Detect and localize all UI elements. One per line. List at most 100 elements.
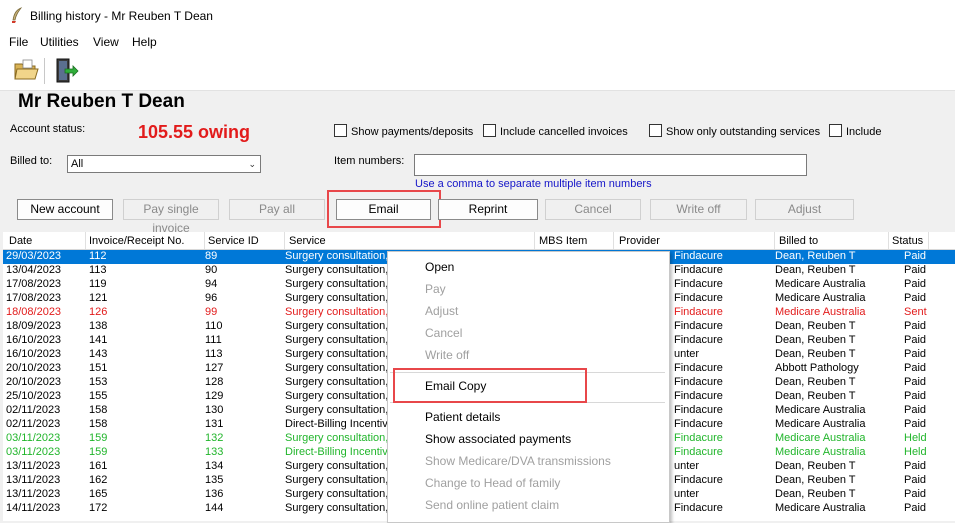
menu-bar: File Utilities View Help bbox=[0, 32, 955, 52]
column-header-service-id[interactable]: Service ID bbox=[208, 235, 259, 247]
column-divider[interactable] bbox=[204, 232, 205, 249]
cell-provider: Findacure bbox=[674, 502, 723, 514]
cancel-button[interactable]: Cancel bbox=[545, 199, 641, 220]
cell-provider: Findacure bbox=[674, 362, 723, 374]
cell-status: Paid bbox=[904, 390, 927, 402]
cell-date: 13/11/2023 bbox=[6, 460, 61, 472]
show-payments-checkbox[interactable]: Show payments/deposits bbox=[334, 124, 473, 138]
exit-door-icon[interactable] bbox=[53, 57, 79, 85]
email-copy-highlight bbox=[393, 368, 587, 403]
cell-provider: unter bbox=[674, 460, 700, 472]
cell-service: Surgery consultation, bbox=[285, 250, 389, 262]
checkbox-box[interactable] bbox=[334, 124, 347, 137]
column-header-invoice[interactable]: Invoice/Receipt No. bbox=[89, 235, 184, 247]
pay-all-button[interactable]: Pay all bbox=[229, 199, 325, 220]
cell-status: Paid bbox=[904, 362, 927, 374]
menu-help[interactable]: Help bbox=[132, 35, 157, 49]
checkbox-label: Include bbox=[846, 126, 882, 138]
cell-service: Surgery consultation, bbox=[285, 334, 389, 346]
open-folder-icon[interactable] bbox=[13, 58, 39, 82]
cell-billed-to: Medicare Australia bbox=[775, 278, 866, 290]
context-menu-item-cancel[interactable]: Cancel bbox=[425, 326, 462, 340]
cell-service-id: 134 bbox=[205, 460, 224, 472]
cell-service: Surgery consultation, bbox=[285, 474, 389, 486]
cell-service: Surgery consultation, bbox=[285, 460, 389, 472]
cell-billed-to: Medicare Australia bbox=[775, 292, 866, 304]
write-off-button[interactable]: Write off bbox=[650, 199, 747, 220]
include-cancelled-checkbox[interactable]: Include cancelled invoices bbox=[483, 124, 628, 138]
column-header-service[interactable]: Service bbox=[289, 235, 326, 247]
cell-status: Sent bbox=[904, 306, 927, 318]
cell-provider: Findacure bbox=[674, 320, 723, 332]
checkbox-box[interactable] bbox=[483, 124, 496, 137]
cell-status: Paid bbox=[904, 460, 927, 472]
adjust-button[interactable]: Adjust bbox=[755, 199, 854, 220]
cell-status: Paid bbox=[904, 292, 927, 304]
column-divider[interactable] bbox=[613, 232, 614, 249]
context-menu-item-pay[interactable]: Pay bbox=[425, 282, 446, 296]
cell-status: Paid bbox=[904, 474, 927, 486]
column-header-status[interactable]: Status bbox=[892, 235, 923, 247]
chevron-down-icon[interactable]: ⌄ bbox=[248, 159, 256, 170]
cell-status: Paid bbox=[904, 278, 927, 290]
cell-billed-to: Medicare Australia bbox=[775, 418, 866, 430]
cell-billed-to: Medicare Australia bbox=[775, 502, 866, 514]
cell-service-id: 90 bbox=[205, 264, 218, 276]
quill-icon bbox=[12, 7, 23, 23]
menu-file[interactable]: File bbox=[9, 35, 28, 49]
context-menu-item-open[interactable]: Open bbox=[425, 260, 454, 274]
checkbox-box[interactable] bbox=[829, 124, 842, 137]
menu-view[interactable]: View bbox=[93, 35, 119, 49]
cell-provider: Findacure bbox=[674, 446, 723, 458]
menu-utilities[interactable]: Utilities bbox=[40, 35, 79, 49]
context-menu-item-write-off[interactable]: Write off bbox=[425, 348, 469, 362]
column-divider[interactable] bbox=[534, 232, 535, 249]
cell-service: Direct-Billing Incentive bbox=[285, 446, 390, 458]
cell-status: Held bbox=[904, 432, 927, 444]
include-checkbox[interactable]: Include bbox=[829, 124, 881, 138]
title-bar: Billing history - Mr Reuben T Dean bbox=[0, 0, 955, 32]
column-divider[interactable] bbox=[85, 232, 86, 249]
cell-date: 17/08/2023 bbox=[6, 278, 62, 290]
cell-invoice: 126 bbox=[89, 306, 108, 318]
column-header-provider[interactable]: Provider bbox=[619, 235, 660, 247]
checkbox-box[interactable] bbox=[649, 124, 662, 137]
context-menu-item-show-associated-payments[interactable]: Show associated payments bbox=[425, 432, 571, 446]
cell-billed-to: Dean, Reuben T bbox=[775, 460, 856, 472]
cell-date: 18/08/2023 bbox=[6, 306, 62, 318]
cell-date: 16/10/2023 bbox=[6, 334, 62, 346]
cell-date: 13/04/2023 bbox=[6, 264, 62, 276]
cell-service-id: 132 bbox=[205, 432, 224, 444]
email-button-highlight bbox=[327, 190, 441, 228]
column-divider[interactable] bbox=[284, 232, 285, 249]
context-menu-item-change-to-head-of-family[interactable]: Change to Head of family bbox=[425, 476, 560, 490]
show-outstanding-checkbox[interactable]: Show only outstanding services bbox=[649, 124, 820, 138]
context-menu-item-send-online-patient-claim[interactable]: Send online patient claim bbox=[425, 498, 559, 512]
cell-service-id: 110 bbox=[205, 320, 223, 332]
new-account-button[interactable]: New account bbox=[17, 199, 113, 220]
cell-invoice: 158 bbox=[89, 404, 108, 416]
cell-invoice: 165 bbox=[89, 488, 108, 500]
column-divider[interactable] bbox=[928, 232, 929, 249]
billed-to-select[interactable]: All ⌄ bbox=[67, 155, 261, 173]
cell-invoice: 155 bbox=[89, 390, 108, 402]
toolbar-separator bbox=[44, 58, 45, 84]
context-menu-item-show-medicare-dva-transmissions[interactable]: Show Medicare/DVA transmissions bbox=[425, 454, 611, 468]
context-menu-item-adjust[interactable]: Adjust bbox=[425, 304, 458, 318]
column-header-date[interactable]: Date bbox=[9, 235, 32, 247]
cell-date: 29/03/2023 bbox=[6, 250, 62, 262]
reprint-button[interactable]: Reprint bbox=[438, 199, 538, 220]
column-divider[interactable] bbox=[888, 232, 889, 249]
cell-invoice: 138 bbox=[89, 320, 108, 332]
cell-date: 03/11/2023 bbox=[6, 432, 61, 444]
column-header-mbs-item[interactable]: MBS Item bbox=[539, 235, 587, 247]
item-numbers-input[interactable] bbox=[414, 154, 807, 176]
column-header-billed-to[interactable]: Billed to bbox=[779, 235, 818, 247]
context-menu-item-patient-details[interactable]: Patient details bbox=[425, 410, 500, 424]
cell-provider: unter bbox=[674, 488, 700, 500]
column-divider[interactable] bbox=[774, 232, 775, 249]
pay-single-invoice-button[interactable]: Pay single invoice bbox=[123, 199, 219, 235]
cell-date: 20/10/2023 bbox=[6, 362, 62, 374]
cell-status: Paid bbox=[904, 404, 927, 416]
cell-provider: Findacure bbox=[674, 334, 723, 346]
